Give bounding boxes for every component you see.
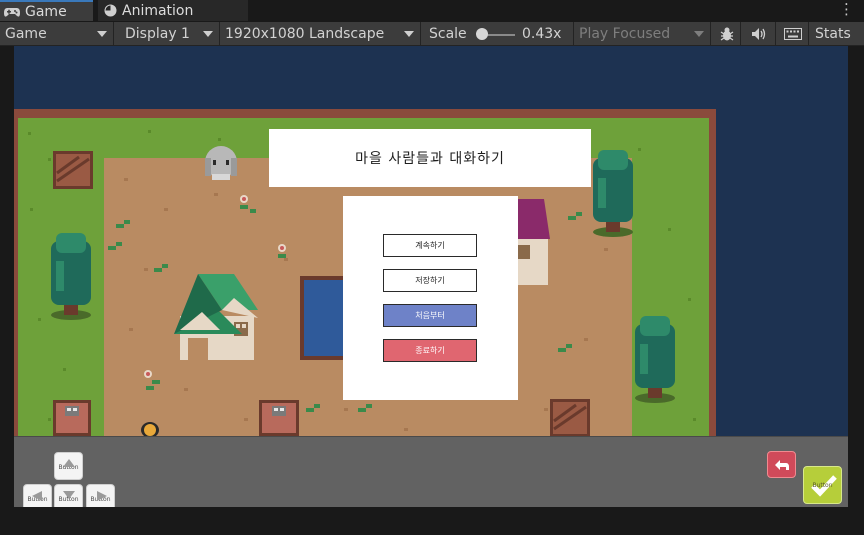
- player-sprite: [141, 422, 159, 436]
- game-view-dropdown[interactable]: Game: [0, 22, 114, 46]
- scale-slider-handle[interactable]: [476, 28, 488, 40]
- resolution-dropdown[interactable]: 1920x1080 Landscape: [221, 22, 421, 46]
- flower-sprite: [278, 244, 286, 258]
- chevron-down-icon: [97, 31, 107, 37]
- quit-button[interactable]: 종료하기: [383, 339, 477, 362]
- game-view-toolbar: Game Display 1 1920x1080 Landscape Scale…: [0, 22, 864, 46]
- tree-sprite: [593, 150, 633, 237]
- flower-sprite: [240, 195, 256, 213]
- chevron-down-icon: [694, 31, 704, 37]
- signpost-sprite: [53, 400, 91, 436]
- grass-tuft-sprite: [154, 264, 168, 272]
- clock-icon: [104, 4, 117, 17]
- grass-tuft-sprite: [306, 404, 320, 412]
- display-dropdown[interactable]: Display 1: [116, 22, 220, 46]
- tree-sprite: [51, 233, 91, 320]
- game-view-dropdown-label: Game: [5, 26, 47, 42]
- arrow-left-icon: [32, 491, 42, 501]
- bug-icon: [720, 27, 733, 41]
- confirm-button-label: Button: [812, 481, 833, 489]
- play-mode-dropdown-label: Play Focused: [579, 26, 671, 42]
- game-view-canvas[interactable]: 마을 사람들과 대화하기 계속하기 저장하기 처음부터 종료하기: [14, 46, 848, 436]
- tree-sprite: [635, 316, 675, 403]
- gamepad-icon: [4, 7, 20, 17]
- grass-tuft-sprite: [116, 220, 130, 228]
- chevron-down-icon: [404, 31, 414, 37]
- stats-button[interactable]: Stats: [810, 22, 864, 46]
- play-mode-dropdown[interactable]: Play Focused: [575, 22, 711, 46]
- display-dropdown-label: Display 1: [125, 26, 190, 42]
- dpad-up-button[interactable]: Button: [54, 452, 83, 480]
- dialog-title: 마을 사람들과 대화하기: [355, 151, 505, 167]
- dialog-title-panel: 마을 사람들과 대화하기: [269, 129, 591, 187]
- resolution-dropdown-label: 1920x1080 Landscape: [225, 26, 385, 42]
- arrow-right-icon: [97, 491, 107, 501]
- debug-button[interactable]: [713, 22, 741, 46]
- grass-tuft-sprite: [358, 404, 372, 412]
- arrow-up-icon: [63, 459, 75, 467]
- house-sprite: [174, 274, 258, 360]
- scale-value: 0.43x: [522, 26, 562, 42]
- editor-bottom-strip: [0, 507, 864, 535]
- signpost-sprite: [259, 400, 299, 436]
- confirm-button[interactable]: Button: [803, 466, 842, 504]
- pause-menu-panel: 계속하기 저장하기 처음부터 종료하기: [343, 196, 518, 400]
- shortcuts-button[interactable]: [777, 22, 809, 46]
- grass-tuft-sprite: [558, 344, 572, 352]
- tab-game-label: Game: [25, 3, 67, 20]
- speaker-icon: [751, 28, 765, 40]
- back-button[interactable]: [767, 451, 796, 478]
- new-game-button[interactable]: 처음부터: [383, 304, 477, 327]
- keyboard-icon: [783, 28, 802, 40]
- chevron-down-icon: [203, 31, 213, 37]
- grass-tuft-sprite: [568, 212, 582, 220]
- stats-button-label: Stats: [815, 26, 851, 42]
- unity-editor-window: Game Animation ⋮ Game Display 1 1920x108…: [0, 0, 864, 535]
- mute-audio-button[interactable]: [742, 22, 776, 46]
- scale-label: Scale: [429, 26, 467, 42]
- touch-controls-panel: Button Button Button Button Button: [14, 436, 848, 512]
- crate-sprite: [550, 399, 590, 436]
- flower-sprite: [144, 370, 160, 390]
- grass-tuft-sprite: [108, 242, 122, 250]
- tab-animation[interactable]: Animation: [98, 0, 248, 21]
- save-button[interactable]: 저장하기: [383, 269, 477, 292]
- return-arrow-icon: [774, 459, 789, 470]
- continue-button[interactable]: 계속하기: [383, 234, 477, 257]
- crate-sprite: [53, 151, 93, 189]
- tab-game[interactable]: Game: [0, 0, 93, 21]
- arrow-down-icon: [63, 491, 75, 499]
- tab-animation-label: Animation: [122, 2, 194, 19]
- scale-control: Scale 0.43x: [423, 22, 574, 46]
- villager-sprite: [205, 146, 237, 180]
- more-options-icon[interactable]: ⋮: [839, 0, 854, 18]
- tab-bar: Game Animation ⋮: [0, 0, 864, 21]
